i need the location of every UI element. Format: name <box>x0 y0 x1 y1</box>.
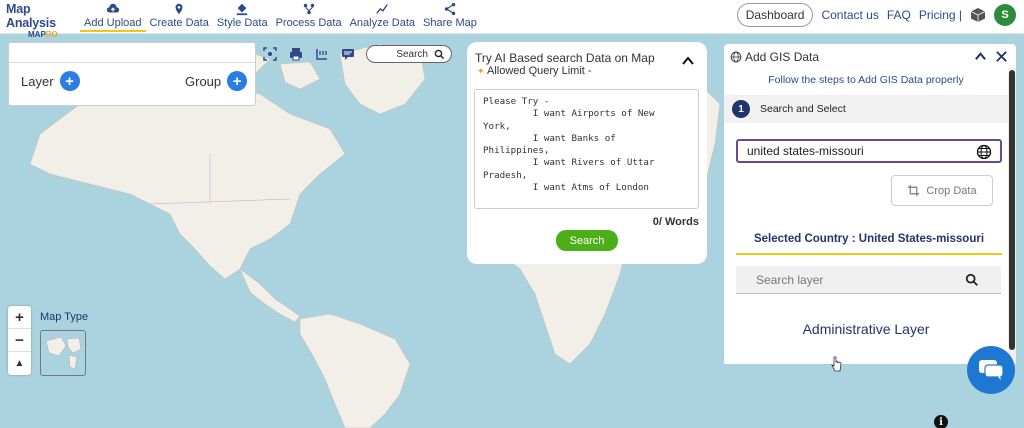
add-group-button[interactable]: + <box>227 71 248 91</box>
administrative-layer-item[interactable]: Administrative Layer <box>724 321 1008 337</box>
ai-panel-title: Try AI Based search Data on Map <box>475 51 655 65</box>
layer-search-input[interactable]: Search layer <box>736 266 1001 294</box>
gis-panel-scrollbar[interactable] <box>1008 68 1016 364</box>
nav-add-upload[interactable]: Add Upload <box>80 0 146 32</box>
close-icon[interactable] <box>995 50 1008 63</box>
map-type-label: Map Type <box>40 311 89 323</box>
map-type-thumbnail[interactable] <box>40 330 86 376</box>
add-gis-data-panel: Add GIS Data Follow the steps to Add GIS… <box>724 44 1016 364</box>
fullscreen-icon[interactable] <box>262 46 278 62</box>
map-search-label: Search <box>396 48 428 60</box>
nav-label: Add Upload <box>84 17 142 29</box>
cloud-upload-icon <box>106 3 119 13</box>
ai-query-textarea[interactable]: Please Try - I want Airports of New York… <box>474 89 699 209</box>
mouse-cursor-icon <box>831 356 842 372</box>
nav-label: Process Data <box>275 17 342 29</box>
map-thumbnail-image <box>45 336 82 370</box>
layer-search-placeholder: Search layer <box>756 272 824 287</box>
map-pin-icon <box>175 3 183 15</box>
paint-bucket-icon <box>236 3 248 16</box>
zoom-out-button[interactable]: − <box>8 329 31 352</box>
add-layer-button[interactable]: + <box>59 71 80 91</box>
gis-panel-header: Add GIS Data <box>730 50 819 64</box>
contact-link[interactable]: Contact us <box>821 8 878 22</box>
logo-title: Map Analysis <box>6 2 56 30</box>
nav-label: Share Map <box>423 17 477 29</box>
compass-button[interactable]: ▲ <box>8 352 31 375</box>
ai-panel-subtitle: ✦ Allowed Query Limit - <box>477 65 592 77</box>
nav-style-data[interactable]: Style Data <box>213 0 272 32</box>
step-bar[interactable]: 1 Search and Select <box>724 95 1008 123</box>
dashboard-button[interactable]: Dashboard <box>736 3 814 27</box>
globe-icon[interactable] <box>976 144 992 160</box>
crop-icon <box>908 184 920 197</box>
right-nav: Dashboard Contact us FAQ Pricing | S <box>736 3 1016 27</box>
print-icon[interactable] <box>288 46 304 62</box>
nav-label: Style Data <box>216 17 268 29</box>
measure-icon[interactable] <box>314 46 330 62</box>
app-logo[interactable]: Map Analysis MAPRO <box>6 2 78 39</box>
layer-panel-header <box>9 43 255 63</box>
group-add-row: Group + <box>185 71 248 91</box>
nav-share-map[interactable]: Share Map <box>419 0 481 32</box>
info-icon[interactable]: i <box>934 415 948 428</box>
top-navigation-bar: Map Analysis MAPRO Add Upload Create Dat… <box>0 0 1024 39</box>
pricing-link[interactable]: Pricing | <box>919 8 962 22</box>
logo-subtitle: MAPRO <box>28 30 58 39</box>
gis-panel-title: Add GIS Data <box>745 50 820 64</box>
layer-panel: Layer + Group + <box>8 42 256 106</box>
gis-instructions: Follow the steps to Add GIS Data properl… <box>768 74 964 86</box>
chat-icon <box>979 360 1004 380</box>
chat-button[interactable] <box>967 346 1015 394</box>
step-label: Search and Select <box>760 103 846 115</box>
avatar[interactable]: S <box>994 4 1016 26</box>
comment-icon[interactable] <box>340 46 356 62</box>
main-nav: Add Upload Create Data Style Data Proces… <box>80 0 481 34</box>
zoom-in-button[interactable]: + <box>8 306 31 329</box>
sparkle-icon: ✦ <box>477 66 485 76</box>
nav-create-data[interactable]: Create Data <box>146 0 213 32</box>
selected-country: Selected Country : United States-missour… <box>736 233 1002 255</box>
step-number: 1 <box>732 100 750 118</box>
process-icon <box>303 3 314 15</box>
cube-icon[interactable] <box>970 7 986 23</box>
ai-search-button[interactable]: Search <box>556 230 618 251</box>
crop-label: Crop Data <box>926 184 977 197</box>
gis-panel-controls <box>974 50 1008 63</box>
search-icon <box>434 49 445 59</box>
scrollbar-thumb[interactable] <box>1009 70 1015 350</box>
country-search-input[interactable]: united states-missouri <box>736 139 1002 163</box>
faq-link[interactable]: FAQ <box>887 8 911 22</box>
group-label: Group <box>185 73 222 89</box>
map-search-button[interactable]: Search <box>366 45 452 63</box>
nav-label: Analyze Data <box>349 17 416 29</box>
word-count: 0/ Words <box>652 216 699 228</box>
layer-label: Layer <box>21 73 54 89</box>
layer-add-row: Layer + <box>21 71 80 91</box>
search-icon[interactable] <box>965 273 979 287</box>
analyze-icon <box>376 4 389 14</box>
globe-icon <box>730 51 742 63</box>
chevron-up-icon[interactable] <box>974 50 987 63</box>
country-input-value: united states-missouri <box>747 144 864 158</box>
zoom-controls: + − ▲ <box>8 306 31 375</box>
ai-search-panel: Try AI Based search Data on Map ✦ Allowe… <box>467 42 707 264</box>
map-toolbar: Search <box>262 43 452 65</box>
nav-analyze-data[interactable]: Analyze Data <box>346 0 419 32</box>
crop-data-button[interactable]: Crop Data <box>891 175 993 206</box>
share-icon <box>444 2 456 16</box>
nav-process-data[interactable]: Process Data <box>272 0 346 32</box>
nav-label: Create Data <box>149 17 209 29</box>
chevron-up-icon[interactable] <box>681 54 695 68</box>
